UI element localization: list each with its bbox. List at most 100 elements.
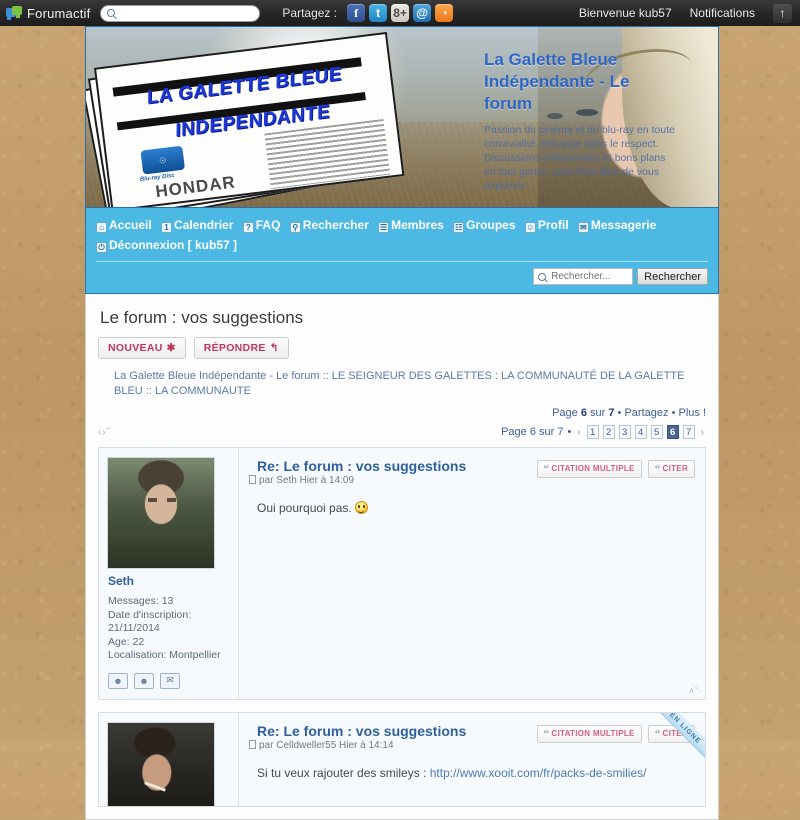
post-link[interactable]: http://www.xooit.com/fr/packs-de-smilies…: [430, 766, 647, 780]
toolbar-search-input[interactable]: [119, 6, 254, 20]
post-author-name[interactable]: Seth: [108, 574, 230, 588]
new-topic-button[interactable]: NOUVEAU ✱: [98, 337, 186, 359]
nav-item-accueil[interactable]: ⌂ Accueil: [96, 218, 152, 233]
scroll-up-icon[interactable]: ↑: [773, 3, 792, 23]
calendar-icon: 1: [161, 222, 173, 233]
forumactif-brand-label: Forumactif: [27, 5, 91, 21]
page-button-3[interactable]: 3: [618, 425, 631, 439]
quote-glyph-icon: “: [543, 727, 550, 740]
rss-icon[interactable]: ◔: [435, 4, 454, 22]
reply-arrow-icon: ↰: [269, 342, 279, 354]
nav-item-rechercher[interactable]: ⚲ Rechercher: [289, 218, 369, 233]
quote-glyph-icon: “: [654, 727, 661, 740]
post-author-panel: Seth Messages: 13 Date d'inscription: 21…: [99, 448, 239, 699]
quote-label: CITER: [662, 464, 688, 473]
nav-label-profil: Profil: [537, 218, 569, 232]
nav-item-faq[interactable]: ? FAQ: [242, 218, 281, 233]
forum-search-input[interactable]: [549, 270, 629, 283]
nav-links: ⌂ Accueil 1 Calendrier ? FAQ ⚲ Rechercher ☰ M…: [96, 215, 708, 255]
forumactif-logo[interactable]: Forumactif: [0, 6, 90, 21]
page-button-5[interactable]: 5: [650, 425, 663, 439]
send-private-message-icon[interactable]: ☻: [134, 672, 154, 689]
forum-search-button[interactable]: Rechercher: [637, 268, 708, 285]
nav-item-profil[interactable]: ☺ Profil: [524, 218, 569, 233]
question-icon: ?: [242, 222, 254, 233]
forum-banner: LA GALETTE BLEUE INDEPENDANTE ☉ Blu-ray …: [85, 26, 719, 208]
page-button-6-current[interactable]: 6: [666, 425, 679, 439]
nav-label-faq: FAQ: [255, 218, 281, 232]
email-icon[interactable]: @: [413, 4, 432, 22]
nav-item-calendrier[interactable]: 1 Calendrier: [161, 218, 233, 233]
nav-item-deconnexion[interactable]: ⏻ Déconnexion [ kub57 ]: [96, 238, 237, 253]
page-button-2[interactable]: 2: [602, 425, 615, 439]
nav-label-membres: Membres: [391, 218, 444, 232]
smiley-icon: [354, 501, 368, 514]
quote-button[interactable]: “CITER: [647, 460, 695, 478]
nav-label-accueil: Accueil: [109, 218, 152, 232]
view-profile-icon[interactable]: ☻: [108, 672, 128, 689]
post-meta-text: par Seth Hier à 14:09: [259, 475, 355, 486]
google-plus-icon[interactable]: 8+: [391, 4, 410, 22]
quote-glyph-icon: “: [543, 463, 550, 475]
page-button-4[interactable]: 4: [634, 425, 647, 439]
author-stat-age: Age: 22: [108, 635, 145, 648]
post-body-panel: EN LIGNE Re: Le forum : vos suggestions …: [239, 712, 705, 806]
forum-navigation-bar: ⌂ Accueil 1 Calendrier ? FAQ ⚲ Rechercher ☰ M…: [85, 208, 719, 294]
more-link[interactable]: Plus !: [678, 407, 706, 419]
envelope-icon: ✉: [577, 222, 589, 233]
pagination-prev-icon[interactable]: ‹: [575, 427, 582, 438]
post-title[interactable]: Re: Le forum : vos suggestions: [257, 458, 537, 474]
search-icon: ⚲: [289, 222, 301, 233]
jump-controls[interactable]: ‹›ˇ: [98, 427, 111, 438]
breadcrumb[interactable]: La Galette Bleue Indépendante - Le forum…: [114, 369, 704, 399]
post-footer-controls[interactable]: ˄ˇ: [689, 686, 699, 696]
notifications-link[interactable]: Notifications: [690, 6, 755, 20]
multi-quote-label: CITATION MULTIPLE: [551, 728, 635, 738]
nav-item-membres[interactable]: ☰ Membres: [378, 218, 444, 233]
search-icon: [107, 9, 116, 17]
nav-item-messagerie[interactable]: ✉ Messagerie: [577, 218, 657, 233]
site-description: Passion du cinéma et du blu-ray en toute…: [484, 124, 675, 192]
post-icon: [249, 739, 256, 749]
nav-label-rechercher: Rechercher: [302, 218, 369, 232]
site-title: La Galette Bleue Indépendante - Le forum: [484, 50, 630, 113]
send-email-icon[interactable]: ✉: [160, 672, 180, 689]
twitter-icon[interactable]: t: [369, 4, 388, 22]
nav-item-groupes[interactable]: ☷ Groupes: [453, 218, 516, 233]
forum-page: LA GALETTE BLEUE INDEPENDANTE ☉ Blu-ray …: [85, 26, 719, 820]
pagination-bullet: •: [567, 426, 572, 438]
pagination-share-line: Page 6 sur 7 • Partagez • Plus !: [98, 407, 706, 419]
share-link[interactable]: Partagez: [624, 407, 668, 419]
avatar: [107, 721, 215, 806]
post-item: Seth Messages: 13 Date d'inscription: 21…: [98, 447, 706, 700]
nav-label-messagerie: Messagerie: [590, 218, 657, 232]
post-title[interactable]: Re: Le forum : vos suggestions: [257, 723, 537, 739]
post-meta: par Celldweller55 Hier à 14:14: [249, 739, 537, 751]
page-button-1[interactable]: 1: [586, 425, 599, 439]
page-middle: sur: [590, 407, 606, 419]
pagination-next-icon[interactable]: ›: [699, 427, 706, 438]
total-page-number: 7: [608, 407, 615, 419]
post-author-stats: Messages: 13 Date d'inscription: 21/11/2…: [108, 595, 230, 663]
post-author-panel: [99, 712, 239, 806]
post-content: Si tu veux rajouter des smileys : http:/…: [257, 765, 695, 782]
multi-quote-button[interactable]: “CITATION MULTIPLE: [536, 460, 642, 478]
members-icon: ☰: [378, 222, 390, 233]
bullet-1: •: [617, 407, 622, 419]
forum-search-box[interactable]: [533, 268, 634, 285]
post-meta-text: par Celldweller55 Hier à 14:14: [259, 739, 394, 751]
post-text: Si tu veux rajouter des smileys :: [257, 765, 430, 780]
author-stat-registration: Date d'inscription: 21/11/2014: [108, 608, 192, 635]
toolbar-search-box[interactable]: [100, 4, 261, 22]
nav-label-groupes: Groupes: [466, 218, 516, 232]
multi-quote-label: CITATION MULTIPLE: [551, 464, 635, 473]
page-prefix: Page: [552, 407, 578, 419]
post-header: Re: Le forum : vos suggestions par Celld…: [249, 722, 695, 751]
browser-toolbar: Forumactif Partagez : f t 8+ @ ◔ Bienven…: [0, 0, 800, 26]
reply-button[interactable]: RÉPONDRE ↰: [193, 337, 289, 359]
bullet-2: •: [671, 407, 676, 419]
quote-glyph-icon: “: [654, 463, 661, 475]
post-header: Re: Le forum : vos suggestions par Seth …: [249, 457, 695, 486]
page-button-7[interactable]: 7: [682, 425, 695, 439]
facebook-icon[interactable]: f: [347, 4, 366, 22]
